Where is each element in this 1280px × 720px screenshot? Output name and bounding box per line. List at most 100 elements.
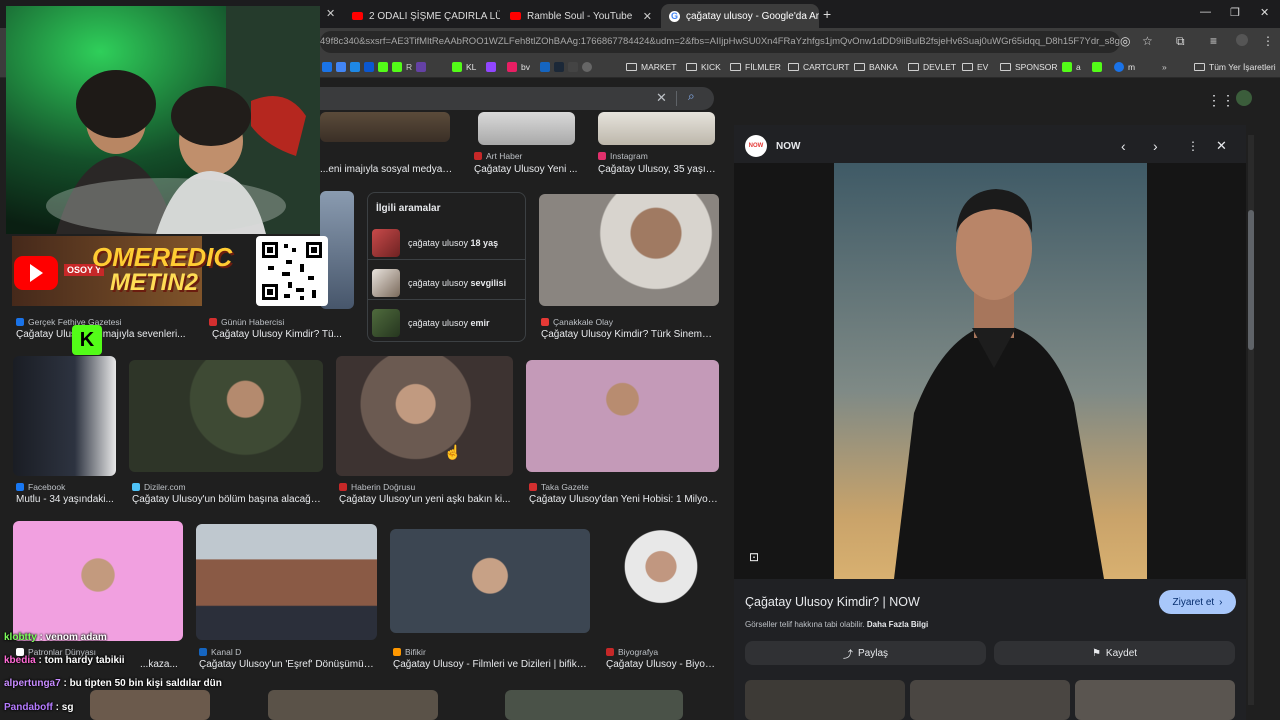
- apps-grid-icon[interactable]: ⋮⋮: [1207, 92, 1235, 109]
- new-tab-button[interactable]: +: [823, 6, 831, 22]
- result-image[interactable]: [13, 521, 183, 641]
- result-caption[interactable]: Çağatay Ulusoy'un yeni aşkı bakın ki...: [339, 494, 511, 505]
- bookmark-folder-kick[interactable]: KICK: [686, 59, 721, 75]
- result-source: Taka Gazete: [529, 482, 589, 492]
- result-image[interactable]: [129, 360, 323, 472]
- result-source: Instagram: [598, 151, 648, 161]
- preview-title[interactable]: Çağatay Ulusoy Kimdir? | NOW: [745, 595, 920, 609]
- bookmark-m[interactable]: m: [1114, 59, 1135, 75]
- result-image[interactable]: [268, 690, 438, 720]
- bookmark-kick-2[interactable]: [1092, 59, 1102, 75]
- folder-icon: [788, 63, 799, 71]
- bookmark-star-icon[interactable]: ☆: [1142, 34, 1153, 48]
- favicon: [474, 152, 482, 160]
- bookmark-a[interactable]: a: [1062, 59, 1081, 75]
- bookmark-icons-group-2[interactable]: [486, 59, 496, 75]
- close-preview-icon[interactable]: ✕: [1216, 138, 1227, 154]
- result-image[interactable]: [390, 529, 590, 633]
- learn-more-link[interactable]: Daha Fazla Bilgi: [867, 620, 928, 629]
- share-button[interactable]: ⤴ Paylaş: [745, 641, 986, 665]
- result-caption[interactable]: Çağatay Ulusoy'un 'Eşref' Dönüşümü -...: [199, 659, 375, 670]
- google-lens-icon[interactable]: ⊡: [749, 550, 759, 564]
- bookmark-folder-all[interactable]: Tüm Yer İşaretleri: [1194, 59, 1276, 75]
- result-caption[interactable]: Çağatay Ulusoy Yeni ...: [474, 164, 582, 175]
- result-image[interactable]: [526, 360, 719, 472]
- bookmark-folder-devlet[interactable]: DEVLET: [908, 59, 956, 75]
- folder-icon: [1194, 63, 1205, 71]
- account-avatar[interactable]: [1236, 90, 1252, 106]
- result-caption[interactable]: Çağatay Ulusoy, 35 yaşın...: [598, 164, 716, 175]
- save-button[interactable]: ⚑ Kaydet: [994, 641, 1235, 665]
- result-caption[interactable]: Çağatay Ulusoy ... imajıyla sevenleri...: [16, 329, 192, 340]
- bookmark-folder-market[interactable]: MARKET: [626, 59, 676, 75]
- share-icon: ⤴: [842, 649, 853, 661]
- result-image[interactable]: [598, 112, 715, 145]
- result-caption[interactable]: Çağatay Ulusoy Kimdir? Tü...: [212, 329, 352, 340]
- related-item[interactable]: çağatay ulusoy sevgilisi: [372, 268, 522, 298]
- result-image[interactable]: [505, 690, 683, 720]
- bookmark-bv[interactable]: bv: [507, 59, 530, 75]
- search-icon[interactable]: ⌕: [688, 89, 695, 104]
- profile-avatar[interactable]: [1236, 34, 1248, 46]
- bookmark-kl[interactable]: KL: [452, 59, 476, 75]
- address-bar[interactable]: 49f8c340&sxsrf=AE3TifMltReAAbROO1WZLFeh8…: [320, 31, 1120, 53]
- result-image[interactable]: [603, 521, 719, 641]
- result-image[interactable]: [90, 690, 210, 720]
- bookmark-icon: [1114, 62, 1124, 72]
- bookmark-folder-filmler[interactable]: FİLMLER: [730, 59, 781, 75]
- related-image[interactable]: [910, 680, 1070, 720]
- chat-text: : sg: [52, 702, 74, 713]
- restore-icon[interactable]: ❐: [1230, 6, 1240, 19]
- next-icon[interactable]: ›: [1153, 138, 1158, 154]
- minimize-icon[interactable]: —: [1200, 6, 1211, 18]
- bookmark-folder-ev[interactable]: EV: [962, 59, 988, 75]
- bookmark-folder-sponsor[interactable]: SPONSOR: [1000, 59, 1058, 75]
- tab-google-search[interactable]: G çağatay ulusoy - Google'da Ara ✕: [661, 4, 819, 28]
- result-caption[interactable]: Çağatay Ulusoy - Filmleri ve Dizileri | …: [393, 659, 587, 670]
- scrollbar-thumb[interactable]: [1248, 210, 1254, 350]
- more-options-icon[interactable]: ⋮: [1187, 139, 1199, 153]
- kick-logo: K: [72, 325, 102, 355]
- search-input[interactable]: [320, 87, 714, 110]
- site-name[interactable]: NOW: [776, 141, 800, 152]
- preview-image[interactable]: [834, 163, 1147, 579]
- result-image[interactable]: [320, 112, 450, 142]
- favicon: [541, 318, 549, 326]
- related-item[interactable]: çağatay ulusoy emir: [372, 308, 522, 338]
- tab-youtube-ramble[interactable]: Ramble Soul - YouTube ✕: [502, 4, 660, 28]
- result-image[interactable]: [478, 112, 575, 145]
- result-caption[interactable]: Çağatay Ulusoy'un bölüm başına alacağı .…: [132, 494, 322, 505]
- related-item[interactable]: çağatay ulusoy 18 yaş: [372, 228, 522, 258]
- media-icon[interactable]: ≡: [1210, 34, 1217, 48]
- close-icon[interactable]: ✕: [326, 7, 335, 20]
- extensions-icon[interactable]: ⧉: [1176, 34, 1185, 49]
- bookmark-folder-banka[interactable]: BANKA: [854, 59, 898, 75]
- bookmark-folder-cartcurt[interactable]: CARTCURT: [788, 59, 849, 75]
- bookmark-icons-group-3[interactable]: [540, 59, 592, 75]
- clear-icon[interactable]: ✕: [656, 90, 667, 106]
- twitch-icon: [486, 62, 496, 72]
- result-caption[interactable]: ...eni imajıyla sosyal medyayı i...: [320, 164, 456, 175]
- result-caption[interactable]: ...kaza...: [140, 659, 184, 670]
- result-image[interactable]: [336, 356, 513, 476]
- result-caption[interactable]: Çağatay Ulusoy - Biyog...: [606, 659, 718, 670]
- facebook-icon: [16, 483, 24, 491]
- related-image[interactable]: [745, 680, 905, 720]
- result-caption[interactable]: Çağatay Ulusoy'dan Yeni Hobisi: 1 Milyon…: [529, 494, 719, 505]
- tab-youtube-cadir[interactable]: 2 ODALI ŞİŞME ÇADIRLA LÜKS ✕: [344, 4, 500, 28]
- result-image[interactable]: [539, 194, 719, 306]
- related-image[interactable]: [1075, 680, 1235, 720]
- result-caption[interactable]: Çağatay Ulusoy Kimdir? Türk Sinemas...: [541, 329, 717, 340]
- bookmark-icon: [322, 62, 332, 72]
- window-close-icon[interactable]: ✕: [1260, 6, 1269, 19]
- result-caption[interactable]: Mutlu - 34 yaşındaki...: [16, 494, 116, 505]
- bookmark-icons-group[interactable]: R: [322, 59, 427, 75]
- menu-icon[interactable]: ⋮: [1262, 34, 1274, 48]
- result-image[interactable]: [13, 356, 116, 476]
- visit-button[interactable]: Ziyaret et ›: [1159, 590, 1236, 614]
- eye-off-icon[interactable]: ◎: [1120, 34, 1130, 48]
- previous-icon[interactable]: ‹: [1121, 138, 1126, 154]
- close-icon[interactable]: ✕: [643, 10, 652, 23]
- bookmarks-overflow-icon[interactable]: »: [1162, 59, 1167, 75]
- result-image[interactable]: [196, 524, 377, 640]
